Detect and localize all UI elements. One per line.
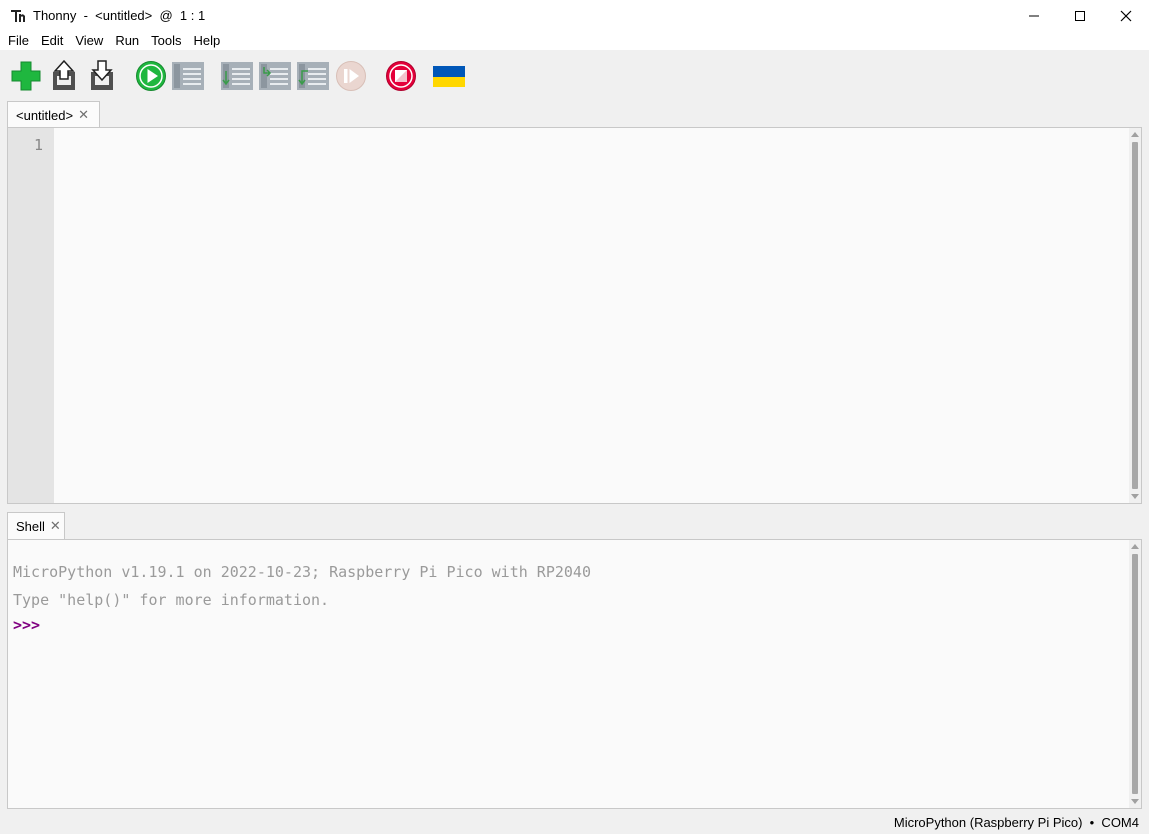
ukraine-flag-icon (433, 66, 465, 87)
ukraine-flag-button[interactable] (432, 59, 466, 93)
save-icon (91, 60, 113, 90)
step-into-button[interactable] (258, 59, 292, 93)
green-plus-icon (11, 61, 41, 91)
toolbar (0, 50, 1149, 100)
resume-icon (336, 61, 366, 91)
thonny-logo-icon (9, 7, 27, 25)
menu-bar: File Edit View Run Tools Help (0, 31, 1149, 50)
run-button[interactable] (134, 59, 168, 93)
menu-tools[interactable]: Tools (147, 33, 185, 48)
shell-panel[interactable]: MicroPython v1.19.1 on 2022-10-23; Raspb… (7, 539, 1142, 809)
close-icon (1120, 10, 1132, 21)
editor-scrollbar[interactable] (1129, 128, 1141, 503)
scroll-down-arrow-icon[interactable] (1131, 494, 1139, 499)
minimize-icon (1029, 15, 1039, 16)
scroll-up-arrow-icon[interactable] (1131, 544, 1139, 549)
shell-scrollbar[interactable] (1129, 540, 1141, 808)
menu-help[interactable]: Help (190, 33, 225, 48)
close-button[interactable] (1103, 0, 1149, 31)
debug-button[interactable] (171, 59, 205, 93)
shell-output-line: Type "help()" for more information. (13, 591, 330, 609)
step-out-icon (297, 62, 329, 90)
tab-untitled[interactable]: <untitled> ✕ (7, 101, 100, 128)
resume-button[interactable] (334, 59, 368, 93)
debug-icon (172, 62, 204, 90)
line-number-gutter: 1 (8, 128, 54, 503)
step-over-icon (221, 62, 253, 90)
tab-shell[interactable]: Shell ✕ (7, 512, 65, 539)
line-number: 1 (33, 136, 43, 154)
tab-close-icon[interactable]: ✕ (50, 518, 61, 534)
new-file-button[interactable] (9, 59, 43, 93)
stop-button[interactable] (384, 59, 418, 93)
menu-view[interactable]: View (71, 33, 107, 48)
menu-edit[interactable]: Edit (37, 33, 67, 48)
save-file-button[interactable] (85, 59, 119, 93)
step-over-button[interactable] (220, 59, 254, 93)
maximize-button[interactable] (1057, 0, 1103, 31)
code-editor[interactable]: 1 (7, 127, 1142, 504)
shell-output-line: MicroPython v1.19.1 on 2022-10-23; Raspb… (13, 563, 591, 581)
scroll-thumb[interactable] (1132, 554, 1138, 794)
minimize-button[interactable] (1011, 0, 1057, 31)
scroll-thumb[interactable] (1132, 142, 1138, 489)
maximize-icon (1075, 10, 1085, 21)
scroll-up-arrow-icon[interactable] (1131, 132, 1139, 137)
scroll-down-arrow-icon[interactable] (1131, 799, 1139, 804)
title-bar: Thonny - <untitled> @ 1 : 1 (0, 0, 1149, 31)
tab-untitled-label: <untitled> (16, 107, 74, 123)
tab-shell-label: Shell (16, 518, 45, 534)
step-into-icon (259, 62, 291, 90)
open-icon (53, 60, 75, 90)
menu-file[interactable]: File (4, 33, 33, 48)
window-title: Thonny - <untitled> @ 1 : 1 (33, 8, 206, 23)
menu-run[interactable]: Run (111, 33, 143, 48)
red-stop-icon (386, 61, 416, 91)
shell-prompt[interactable]: >>> (13, 616, 40, 634)
step-out-button[interactable] (296, 59, 330, 93)
open-file-button[interactable] (47, 59, 81, 93)
green-run-icon (136, 61, 166, 91)
interpreter-status[interactable]: MicroPython (Raspberry Pi Pico) • COM4 (894, 815, 1139, 830)
status-bar: MicroPython (Raspberry Pi Pico) • COM4 (0, 810, 1149, 834)
tab-close-icon[interactable]: ✕ (78, 107, 89, 123)
